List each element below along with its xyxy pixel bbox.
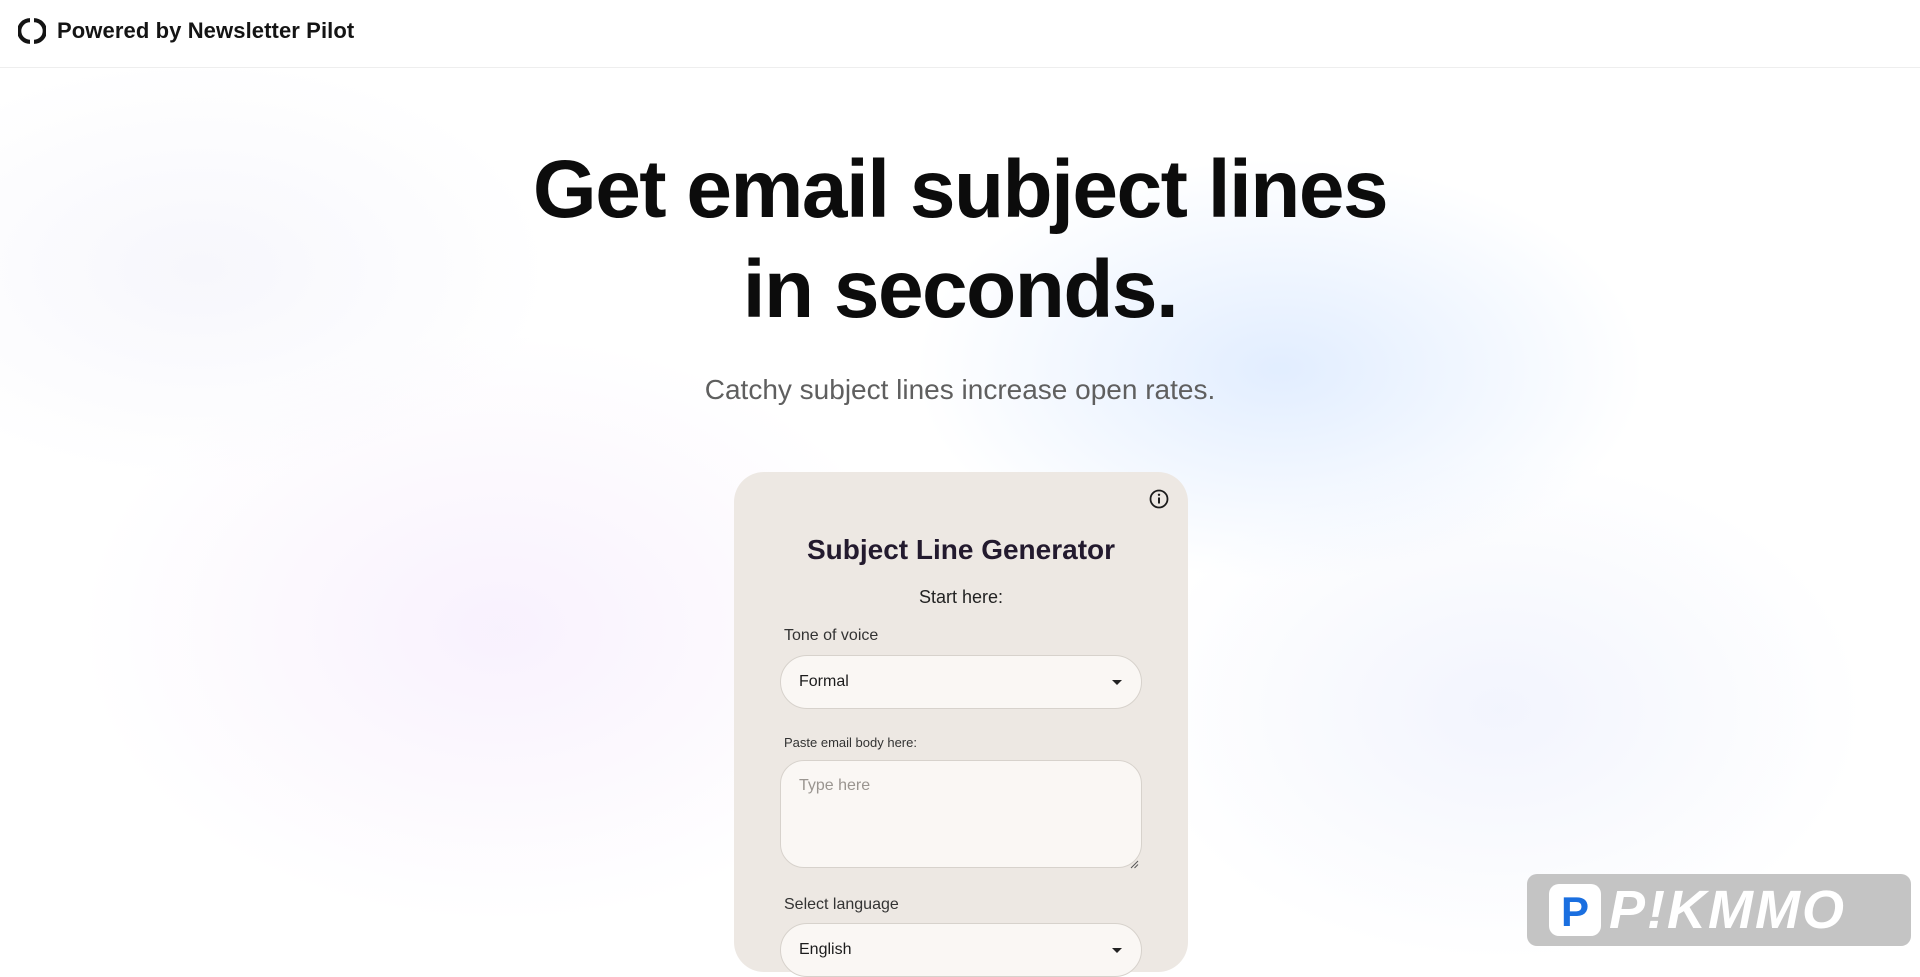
hero-title-line-2: in seconds. <box>742 244 1179 335</box>
tone-of-voice-select[interactable]: Formal <box>780 655 1142 709</box>
brand-text: Powered by Newsletter Pilot <box>57 18 355 43</box>
info-icon[interactable] <box>1148 488 1170 510</box>
hero-title: Get email subject lines in seconds. <box>0 140 1920 340</box>
start-here-text: Start here: <box>918 587 1004 607</box>
email-body-textarea[interactable] <box>780 760 1142 868</box>
tone-of-voice-label: Tone of voice <box>784 627 879 644</box>
tone-of-voice-value: Formal <box>799 673 849 690</box>
pikmmo-logo-icon: P <box>1547 882 1603 938</box>
pikmmo-watermark-text: P!KMMO <box>1609 880 1846 940</box>
select-language-label: Select language <box>784 896 899 913</box>
caret-down-icon <box>1112 948 1122 953</box>
pikmmo-logo-letter: P <box>1561 888 1589 935</box>
caret-down-icon <box>1112 680 1122 685</box>
top-bar: Powered by Newsletter Pilot <box>0 0 1920 68</box>
brand-link[interactable]: Powered by Newsletter Pilot <box>18 17 354 45</box>
pikmmo-watermark: P P!KMMO <box>1527 874 1911 946</box>
language-select[interactable]: English <box>780 923 1142 977</box>
circle-brackets-icon <box>18 17 46 45</box>
card-title: Subject Line Generator <box>806 534 1116 565</box>
resize-handle-icon[interactable] <box>1130 856 1139 869</box>
language-value: English <box>799 941 852 958</box>
hero-title-line-1: Get email subject lines <box>532 144 1389 235</box>
subject-line-generator-card: Subject Line Generator Start here: Tone … <box>734 472 1188 977</box>
email-body-label: Paste email body here: <box>784 735 917 750</box>
hero-subtitle: Catchy subject lines increase open rates… <box>704 374 1216 405</box>
